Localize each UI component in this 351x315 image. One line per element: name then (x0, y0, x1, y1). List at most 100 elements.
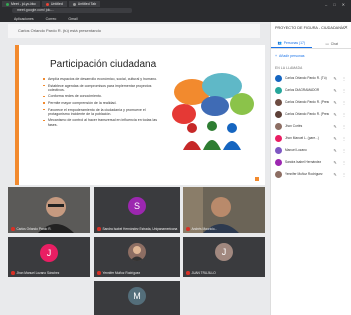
list-item[interactable]: Carlos Orlando Pardo R. (Presentación)✎⋮ (271, 96, 351, 108)
participant-tile[interactable]: Andrés Mauricio... (183, 187, 265, 233)
tab-strip: Meet - jd-yc-bkc Untitled Untitled Tab (2, 1, 101, 7)
list-item[interactable]: Yennifer Muñoz Rodríguez ✎ ⋮ (271, 168, 351, 180)
speech-bubbles-illustration (172, 73, 254, 150)
tab-people[interactable]: 👥 Personas (17) (271, 39, 312, 48)
avatar (275, 110, 282, 118)
participant-tile[interactable]: M (94, 281, 180, 315)
browser-tab-1[interactable]: Meet - jd-yc-bkc (2, 1, 40, 7)
browser-chrome: Meet - jd-yc-bkc Untitled Untitled Tab m… (0, 0, 351, 15)
participant-tile[interactable]: S Sandra Isabel Hernández Estrada, Unipa… (94, 187, 180, 233)
pin-icon[interactable]: ✎ (332, 88, 338, 93)
avatar (275, 170, 282, 178)
participant-tile[interactable]: Yennifer Muñoz Rodríguez (94, 237, 180, 277)
participant-tile[interactable]: J Jhon Manuel Lozano Sánchez (8, 237, 90, 277)
avatar (128, 243, 146, 261)
slide-bullet: Permite mayor comprensión de la realidad… (43, 101, 163, 105)
slide-title: Participación ciudadana (50, 59, 157, 70)
mic-muted-icon (11, 271, 15, 275)
tab-chat[interactable]: ▭ Chat (312, 39, 351, 48)
panel-title: PROYECTO DE FIGURA - CIUDADANÍA (275, 26, 345, 30)
minimize-icon[interactable]: – (325, 2, 327, 7)
slide-bullet: Amplía espacios de desarrollo económico,… (43, 77, 163, 81)
window-controls: – □ ✕ (325, 2, 345, 7)
participant-name: Jhon Manuel Lozano Sánchez (11, 271, 59, 275)
bookmark-item[interactable]: Gmail (68, 17, 77, 21)
browser-tab-3[interactable]: Untitled Tab (68, 1, 101, 7)
more-icon[interactable]: ⋮ (341, 112, 347, 117)
participant-name: Sandra Isabel Hernández Estrada, Unipana… (97, 227, 177, 231)
avatar (275, 98, 282, 106)
more-icon[interactable]: ⋮ (341, 76, 347, 81)
participant-name: Yennifer Muñoz Rodríguez (97, 271, 140, 275)
more-icon[interactable]: ⋮ (341, 148, 347, 153)
section-heading: EN LA LLAMADA (275, 66, 303, 70)
address-bar[interactable]: meet.google.com/ jdc-... (12, 8, 132, 13)
add-people-button[interactable]: + Añadir personas (275, 54, 305, 58)
list-item[interactable]: Carlos Orlando Pardo R. (Presentación)✎⋮ (271, 108, 351, 120)
bookmarks-bar: Aplicaciones Correo Gmail (0, 15, 351, 22)
add-person-icon: + (275, 54, 278, 58)
list-item[interactable]: Carlos Orlando Pardo R. (Tú) ✎ ⋮ (271, 72, 351, 84)
more-icon[interactable]: ⋮ (341, 136, 347, 141)
bookmark-item[interactable]: Aplicaciones (14, 17, 34, 21)
pin-icon[interactable]: ✎ (332, 136, 338, 141)
avatar (275, 134, 282, 142)
avatar: S (128, 197, 146, 215)
avatar: M (128, 287, 146, 305)
avatar (275, 74, 282, 82)
avatar (275, 122, 282, 130)
slide-bullet: Favorece el empoderamiento de la ciudada… (43, 108, 163, 116)
bookmark-item[interactable]: Correo (46, 17, 57, 21)
close-icon[interactable]: ✕ (342, 2, 345, 7)
slide-bullet-list: Amplía espacios de desarrollo económico,… (43, 77, 163, 129)
chat-icon: ▭ (325, 41, 329, 46)
avatar (275, 86, 282, 94)
more-icon[interactable]: ⋮ (341, 88, 347, 93)
avatar (275, 146, 282, 154)
list-item[interactable]: Jhon Manuel L. (pare...) ✎ ⋮ (271, 132, 351, 144)
pin-icon[interactable]: ✎ (332, 124, 338, 129)
tab-favicon-icon (45, 2, 49, 6)
close-icon[interactable]: ✕ (344, 25, 348, 31)
pin-icon[interactable]: ✎ (332, 148, 338, 153)
people-icon: 👥 (277, 41, 282, 45)
participant-list: Carlos Orlando Pardo R. (Tú) ✎ ⋮ Carlos DI… (271, 72, 351, 180)
avatar (275, 158, 282, 166)
avatar: J (215, 243, 233, 261)
participant-name: Carlos Orlando Pardo R. (11, 227, 51, 231)
slide-bullet: Conforma redes de conocimiento. (43, 94, 163, 98)
browser-tab-2[interactable]: Untitled (41, 1, 67, 7)
mic-muted-icon (186, 227, 190, 231)
participant-tile[interactable]: J JUAN TRUJILLO (183, 237, 265, 277)
shared-slide: Participación ciudadana Amplía espacios … (15, 45, 265, 185)
participant-name: Andrés Mauricio... (186, 227, 217, 231)
list-item[interactable]: Sandra Isabel Hernández ✎ ⋮ (271, 156, 351, 168)
mic-muted-icon (11, 227, 15, 231)
list-item[interactable]: Manuel Lozano ✎ ⋮ (271, 144, 351, 156)
pin-icon[interactable]: ✎ (332, 172, 338, 177)
mic-muted-icon (186, 271, 190, 275)
pin-icon[interactable]: ✎ (332, 160, 338, 165)
participants-panel: PROYECTO DE FIGURA - CIUDADANÍA ✕ 👥 Perso… (270, 22, 351, 315)
list-item[interactable]: Jhon Cortés ✎ ⋮ (271, 120, 351, 132)
list-item[interactable]: Carlos DIAGRAMADOR ✎ ⋮ (271, 84, 351, 96)
participant-name: JUAN TRUJILLO (186, 271, 216, 275)
panel-tabs: 👥 Personas (17) ▭ Chat (271, 39, 351, 49)
more-icon[interactable]: ⋮ (341, 172, 347, 177)
mic-muted-icon (97, 227, 101, 231)
pin-icon[interactable]: ✎ (332, 76, 338, 81)
pin-icon[interactable]: ✎ (332, 112, 338, 117)
tab-favicon-icon (72, 2, 76, 6)
avatar: J (40, 244, 58, 262)
slide-bullet: Establece agendas de compromisos para im… (43, 84, 163, 92)
participant-tile[interactable]: Carlos Orlando Pardo R. (8, 187, 90, 233)
meet-icon (6, 2, 9, 6)
more-icon[interactable]: ⋮ (341, 100, 347, 105)
more-icon[interactable]: ⋮ (341, 124, 347, 129)
slide-corner-mark (255, 177, 259, 181)
more-icon[interactable]: ⋮ (341, 160, 347, 165)
slide-bullet: Mecanismo de control al hacer transversa… (43, 118, 163, 127)
pin-icon[interactable]: ✎ (332, 100, 338, 105)
maximize-icon[interactable]: □ (333, 2, 335, 7)
mic-muted-icon (97, 271, 101, 275)
